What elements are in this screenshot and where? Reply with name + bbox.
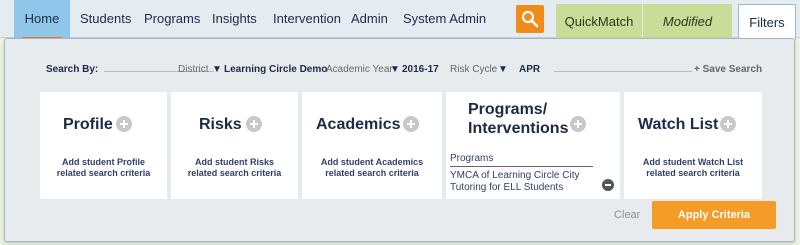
academics-description: Add student Academics related search cri… xyxy=(302,157,442,179)
profile-title: Profile xyxy=(63,116,113,133)
search-icon xyxy=(521,10,539,28)
programs-divider xyxy=(450,166,593,167)
risks-title: Risks xyxy=(199,116,242,133)
risks-description: Add student Risks related search criteri… xyxy=(171,157,298,179)
academic-year-dropdown-icon[interactable]: ▼ xyxy=(390,64,400,75)
academics-desc-line-1: Add student Academics xyxy=(320,157,424,167)
risk-cycle-label: Risk Cycle xyxy=(450,64,498,75)
add-watchlist-icon[interactable] xyxy=(720,116,736,132)
add-programs-icon[interactable] xyxy=(570,116,586,132)
programs-subheading: Programs xyxy=(450,153,494,164)
watchlist-card[interactable]: Watch List Add student Watch List relate… xyxy=(624,92,762,199)
tab-filters[interactable]: Filters xyxy=(738,4,796,40)
nav-system-admin[interactable]: System Admin xyxy=(403,0,486,38)
profile-desc-line-2: related search criteria xyxy=(56,168,151,178)
academic-year-value[interactable]: 2016-17 xyxy=(402,64,439,75)
programs-title-line-2: Interventions xyxy=(468,120,569,137)
search-by-bar: Search By: District ▼ Learning Circle De… xyxy=(42,64,762,78)
risk-cycle-value[interactable]: APR xyxy=(519,64,540,75)
program-item-1: YMCA of Learning Circle City xyxy=(450,170,580,181)
profile-description: Add student Profile related search crite… xyxy=(40,157,167,179)
add-academics-icon[interactable] xyxy=(403,116,419,132)
nav-home[interactable]: Home xyxy=(14,0,70,40)
search-by-label: Search By: xyxy=(46,64,99,75)
nav-admin[interactable]: Admin xyxy=(351,0,388,38)
district-value[interactable]: Learning Circle Demo xyxy=(224,64,327,75)
watchlist-desc-line-1: Add student Watch List xyxy=(642,157,744,167)
nav-insights[interactable]: Insights xyxy=(212,0,257,38)
academic-year-label: Academic Year xyxy=(326,64,393,75)
risks-card[interactable]: Risks Add student Risks related search c… xyxy=(171,92,298,199)
selected-program: YMCA of Learning Circle City Tutoring fo… xyxy=(450,170,590,194)
add-profile-icon[interactable] xyxy=(116,116,132,132)
tab-quickmatch[interactable]: QuickMatch xyxy=(556,4,642,40)
nav-programs[interactable]: Programs xyxy=(144,0,200,38)
academics-card[interactable]: Academics Add student Academics related … xyxy=(302,92,442,199)
watchlist-description: Add student Watch List related search cr… xyxy=(624,157,762,179)
add-risks-icon[interactable] xyxy=(246,116,262,132)
academics-title: Academics xyxy=(316,116,401,133)
risks-desc-line-2: related search criteria xyxy=(187,168,282,178)
clear-button[interactable]: Clear xyxy=(614,209,640,221)
save-search-button[interactable]: + Save Search xyxy=(694,64,762,75)
remove-program-icon[interactable] xyxy=(602,179,614,191)
profile-desc-line-1: Add student Profile xyxy=(62,157,145,167)
divider-line xyxy=(554,71,692,72)
district-label: District xyxy=(178,64,209,75)
apply-criteria-button[interactable]: Apply Criteria xyxy=(652,201,776,229)
search-button[interactable] xyxy=(516,5,544,33)
district-dropdown-icon[interactable]: ▼ xyxy=(212,64,222,75)
risks-desc-line-1: Add student Risks xyxy=(194,157,274,167)
watchlist-title: Watch List xyxy=(638,116,719,133)
top-nav: Home Students Programs Insights Interven… xyxy=(0,0,800,40)
risk-cycle-dropdown-icon[interactable]: ▼ xyxy=(498,64,508,75)
programs-title: Programs/ Interventions xyxy=(468,100,568,138)
watchlist-desc-line-2: related search criteria xyxy=(646,168,740,178)
programs-card[interactable]: Programs/ Interventions Programs YMCA of… xyxy=(446,92,620,199)
programs-title-line-1: Programs/ xyxy=(468,101,548,118)
nav-students[interactable]: Students xyxy=(80,0,131,38)
nav-intervention[interactable]: Intervention xyxy=(273,0,341,38)
program-item-2: Tutoring for ELL Students xyxy=(450,182,564,193)
tab-modified[interactable]: Modified xyxy=(643,4,732,40)
profile-card[interactable]: Profile Add student Profile related sear… xyxy=(40,92,167,199)
academics-desc-line-2: related search criteria xyxy=(325,168,419,178)
